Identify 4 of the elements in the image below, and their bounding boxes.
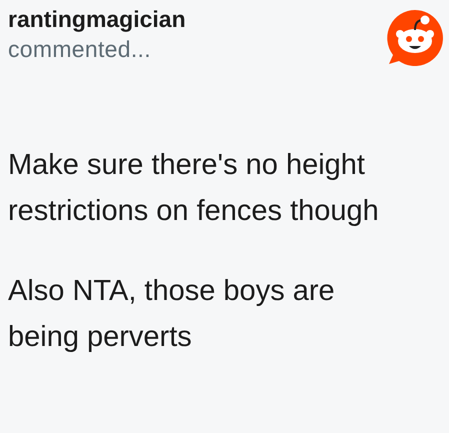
comment-text: Make sure there's no height restrictions on fences though <box>8 148 380 229</box>
comment-status: commented... <box>8 35 152 64</box>
comment-text: Also NTA, those boys are being perverts <box>8 274 336 355</box>
username[interactable]: rantingmagician <box>8 4 186 34</box>
